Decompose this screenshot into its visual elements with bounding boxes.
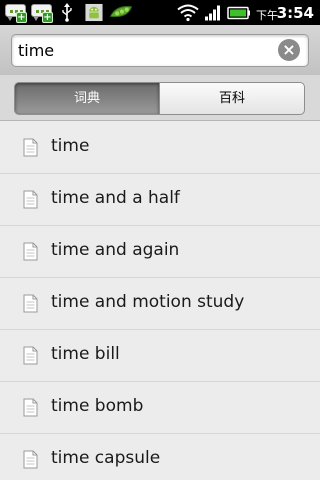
list-item-label: time — [51, 136, 90, 156]
list-item-label: time bill — [51, 344, 120, 364]
usb-icon — [62, 3, 72, 22]
clock: 3:54 — [276, 4, 314, 22]
document-icon — [23, 190, 38, 209]
message-icon: + — [30, 3, 53, 23]
search-input[interactable]: time — [11, 34, 309, 67]
list-item[interactable]: time bill — [0, 330, 320, 382]
list-item-label: time capsule — [51, 448, 161, 468]
signal-icon — [205, 5, 220, 21]
search-bar: time × — [0, 25, 320, 75]
am-pm-label: 下午 — [256, 9, 278, 22]
list-item[interactable]: time and a half — [0, 174, 320, 226]
document-icon — [23, 450, 38, 469]
document-icon — [23, 138, 38, 157]
document-icon — [23, 398, 38, 417]
list-item[interactable]: time bomb — [0, 382, 320, 434]
tab-encyclopedia[interactable]: 百科 — [159, 82, 305, 115]
tab-dictionary[interactable]: 词典 — [14, 82, 160, 115]
list-item[interactable]: time capsule — [0, 434, 320, 480]
pea-pod-icon — [109, 6, 133, 18]
result-list: time time and a half time and again time… — [0, 122, 320, 480]
document-icon — [23, 346, 38, 365]
list-item-label: time and a half — [51, 188, 180, 208]
clear-icon[interactable]: × — [278, 39, 300, 61]
android-debug-icon — [85, 3, 103, 22]
document-icon — [23, 294, 38, 313]
list-item[interactable]: time and again — [0, 226, 320, 278]
list-item[interactable]: time — [0, 122, 320, 174]
status-bar: + + 下午 3:54 — [0, 0, 320, 25]
document-icon — [23, 242, 38, 261]
tab-bar: 词典 百科 — [0, 75, 320, 121]
list-item[interactable]: time and motion study — [0, 278, 320, 330]
list-item-label: time bomb — [51, 396, 144, 416]
message-icon: + — [4, 3, 27, 23]
list-item-label: time and again — [51, 240, 180, 260]
wifi-icon — [177, 4, 199, 22]
list-item-label: time and motion study — [51, 292, 245, 312]
battery-icon — [227, 6, 250, 20]
